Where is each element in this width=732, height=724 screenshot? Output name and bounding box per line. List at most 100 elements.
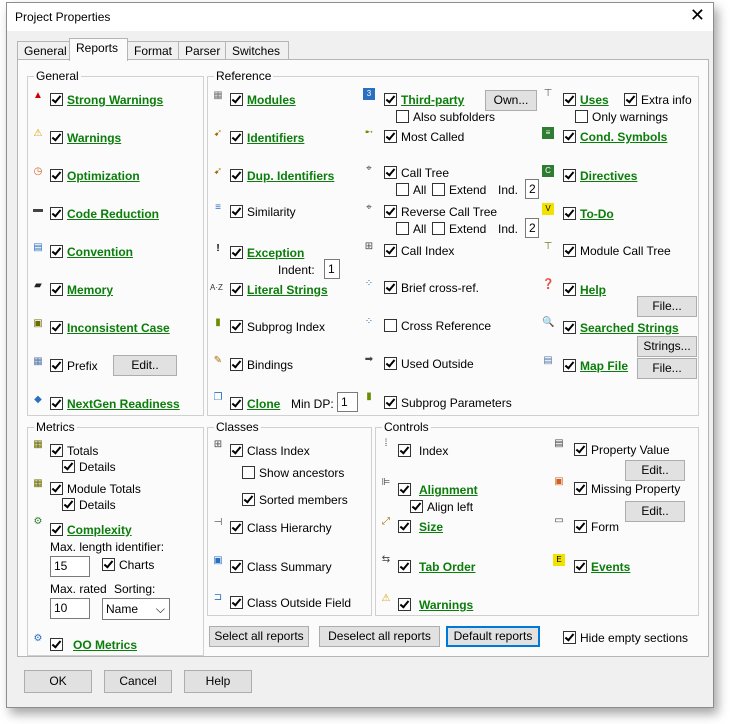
class-outside-field-checkbox[interactable]: Class Outside Field: [230, 596, 351, 610]
call-tree-checkbox[interactable]: Call Tree: [384, 166, 449, 180]
tab-reports[interactable]: Reports: [69, 38, 128, 61]
reverse-call-tree-ind-input[interactable]: 2: [525, 218, 539, 238]
totals-details-checkbox[interactable]: Details: [62, 460, 116, 474]
form-checkbox[interactable]: Form: [574, 520, 619, 534]
cancel-button[interactable]: Cancel: [104, 670, 172, 693]
exception-checkbox[interactable]: Exception: [230, 246, 304, 260]
help-file-button[interactable]: File...: [637, 296, 697, 317]
class-summary-checkbox[interactable]: Class Summary: [230, 560, 332, 574]
prefix-checkbox[interactable]: Prefix: [50, 359, 98, 373]
call-index-checkbox[interactable]: Call Index: [384, 244, 454, 258]
default-reports-button[interactable]: Default reports: [446, 626, 540, 647]
property-value-checkbox[interactable]: Property Value: [574, 443, 670, 457]
reverse-call-tree-extend-checkbox[interactable]: Extend: [432, 222, 486, 236]
chevron-down-icon: ⌵: [155, 602, 165, 616]
optimization-checkbox[interactable]: Optimization: [50, 169, 140, 183]
subprog-index-checkbox[interactable]: Subprog Index: [230, 320, 325, 334]
help-checkbox[interactable]: Help: [563, 283, 606, 297]
third-party-checkbox[interactable]: Third-party: [384, 93, 464, 107]
module-call-tree-checkbox[interactable]: Module Call Tree: [563, 244, 671, 258]
events-checkbox[interactable]: Events: [574, 560, 630, 574]
strings-button[interactable]: Strings...: [637, 336, 697, 357]
tab-order-checkbox[interactable]: Tab Order: [398, 560, 475, 574]
class-outside-field-icon: ⊐: [213, 592, 223, 603]
controls-warnings-checkbox[interactable]: Warnings: [398, 598, 473, 612]
warnings-checkbox[interactable]: Warnings: [50, 131, 121, 145]
memory-checkbox[interactable]: Memory: [50, 283, 113, 297]
max-rated-input[interactable]: 10: [50, 598, 90, 619]
call-tree-all-checkbox[interactable]: All: [396, 183, 426, 197]
missing-property-checkbox[interactable]: Missing Property: [574, 482, 680, 496]
dup-identifiers-icon: ➹: [213, 166, 223, 177]
max-length-input[interactable]: 15: [50, 556, 90, 577]
subprog-parameters-checkbox[interactable]: Subprog Parameters: [384, 396, 512, 410]
classes-group-label: Classes: [214, 420, 261, 434]
identifiers-checkbox[interactable]: Identifiers: [230, 131, 304, 145]
dup-identifiers-checkbox[interactable]: Dup. Identifiers: [230, 169, 334, 183]
most-called-checkbox[interactable]: Most Called: [384, 130, 464, 144]
cross-reference-checkbox[interactable]: Cross Reference: [384, 319, 491, 333]
searched-strings-checkbox[interactable]: Searched Strings: [563, 321, 679, 335]
sorted-members-checkbox[interactable]: Sorted members: [242, 493, 348, 507]
charts-checkbox[interactable]: Charts: [102, 558, 154, 572]
alignment-checkbox[interactable]: Alignment: [398, 483, 478, 497]
class-index-checkbox[interactable]: Class Index: [230, 444, 310, 458]
min-dp-input[interactable]: 1: [337, 392, 358, 412]
tab-switches[interactable]: Switches: [225, 41, 289, 60]
clone-checkbox[interactable]: Clone: [230, 397, 280, 411]
directives-checkbox[interactable]: Directives: [563, 169, 637, 183]
size-checkbox[interactable]: Size: [398, 520, 443, 534]
tab-general[interactable]: General: [17, 41, 75, 60]
sorting-select[interactable]: Name ⌵: [102, 598, 170, 620]
nextgen-icon: ◆: [34, 394, 42, 405]
subprog-index-icon: ▮: [215, 317, 221, 328]
brief-cross-ref-checkbox[interactable]: Brief cross-ref.: [384, 281, 479, 295]
call-tree-extend-checkbox[interactable]: Extend: [432, 183, 486, 197]
call-tree-ind-input[interactable]: 2: [525, 179, 539, 199]
own-button[interactable]: Own...: [485, 90, 537, 111]
map-file-button[interactable]: File...: [637, 358, 697, 379]
show-ancestors-checkbox[interactable]: Show ancestors: [242, 466, 344, 480]
missing-property-edit-button[interactable]: Edit..: [625, 501, 685, 522]
module-totals-details-checkbox[interactable]: Details: [62, 498, 116, 512]
cond-symbols-checkbox[interactable]: Cond. Symbols: [563, 130, 667, 144]
nextgen-readiness-checkbox[interactable]: NextGen Readiness: [50, 397, 180, 411]
inconsistent-case-checkbox[interactable]: Inconsistent Case: [50, 321, 170, 335]
index-icon: ⁞: [384, 438, 388, 449]
complexity-checkbox[interactable]: Complexity: [50, 523, 132, 537]
property-value-edit-button[interactable]: Edit..: [625, 460, 685, 481]
strong-warnings-checkbox[interactable]: Strong Warnings: [50, 93, 163, 107]
uses-checkbox[interactable]: Uses: [563, 93, 609, 107]
todo-checkbox[interactable]: To-Do: [563, 207, 614, 221]
also-subfolders-checkbox[interactable]: Also subfolders: [396, 110, 495, 124]
hide-empty-sections-checkbox[interactable]: Hide empty sections: [563, 631, 688, 645]
extra-info-checkbox[interactable]: Extra info: [624, 93, 692, 107]
used-outside-checkbox[interactable]: Used Outside: [384, 357, 474, 371]
only-warnings-checkbox[interactable]: Only warnings: [575, 110, 668, 124]
class-hierarchy-checkbox[interactable]: Class Hierarchy: [230, 521, 332, 535]
similarity-checkbox[interactable]: Similarity: [230, 205, 296, 219]
bindings-checkbox[interactable]: Bindings: [230, 358, 293, 372]
reverse-call-tree-all-checkbox[interactable]: All: [396, 222, 426, 236]
map-file-checkbox[interactable]: Map File: [563, 359, 628, 373]
help-button[interactable]: Help: [184, 670, 252, 693]
index-checkbox[interactable]: Index: [398, 444, 448, 458]
tab-parser[interactable]: Parser: [178, 41, 227, 60]
indent-input[interactable]: 1: [324, 259, 340, 279]
call-tree-ind-label: Ind.: [498, 183, 519, 197]
prefix-edit-button[interactable]: Edit..: [113, 355, 177, 376]
oo-metrics-checkbox[interactable]: OO Metrics: [50, 638, 137, 652]
code-reduction-checkbox[interactable]: Code Reduction: [50, 207, 159, 221]
tab-format[interactable]: Format: [127, 41, 180, 60]
module-totals-checkbox[interactable]: Module Totals: [50, 482, 141, 496]
deselect-all-reports-button[interactable]: Deselect all reports: [319, 626, 440, 647]
select-all-reports-button[interactable]: Select all reports: [209, 626, 309, 647]
ok-button[interactable]: OK: [24, 670, 92, 693]
reverse-call-tree-checkbox[interactable]: Reverse Call Tree: [384, 205, 497, 219]
literal-strings-checkbox[interactable]: Literal Strings: [230, 283, 328, 297]
modules-checkbox[interactable]: Modules: [230, 93, 296, 107]
close-icon[interactable]: ✕: [690, 6, 705, 24]
align-left-checkbox[interactable]: Align left: [410, 500, 473, 514]
convention-checkbox[interactable]: Convention: [50, 245, 133, 259]
totals-checkbox[interactable]: Totals: [50, 444, 98, 458]
